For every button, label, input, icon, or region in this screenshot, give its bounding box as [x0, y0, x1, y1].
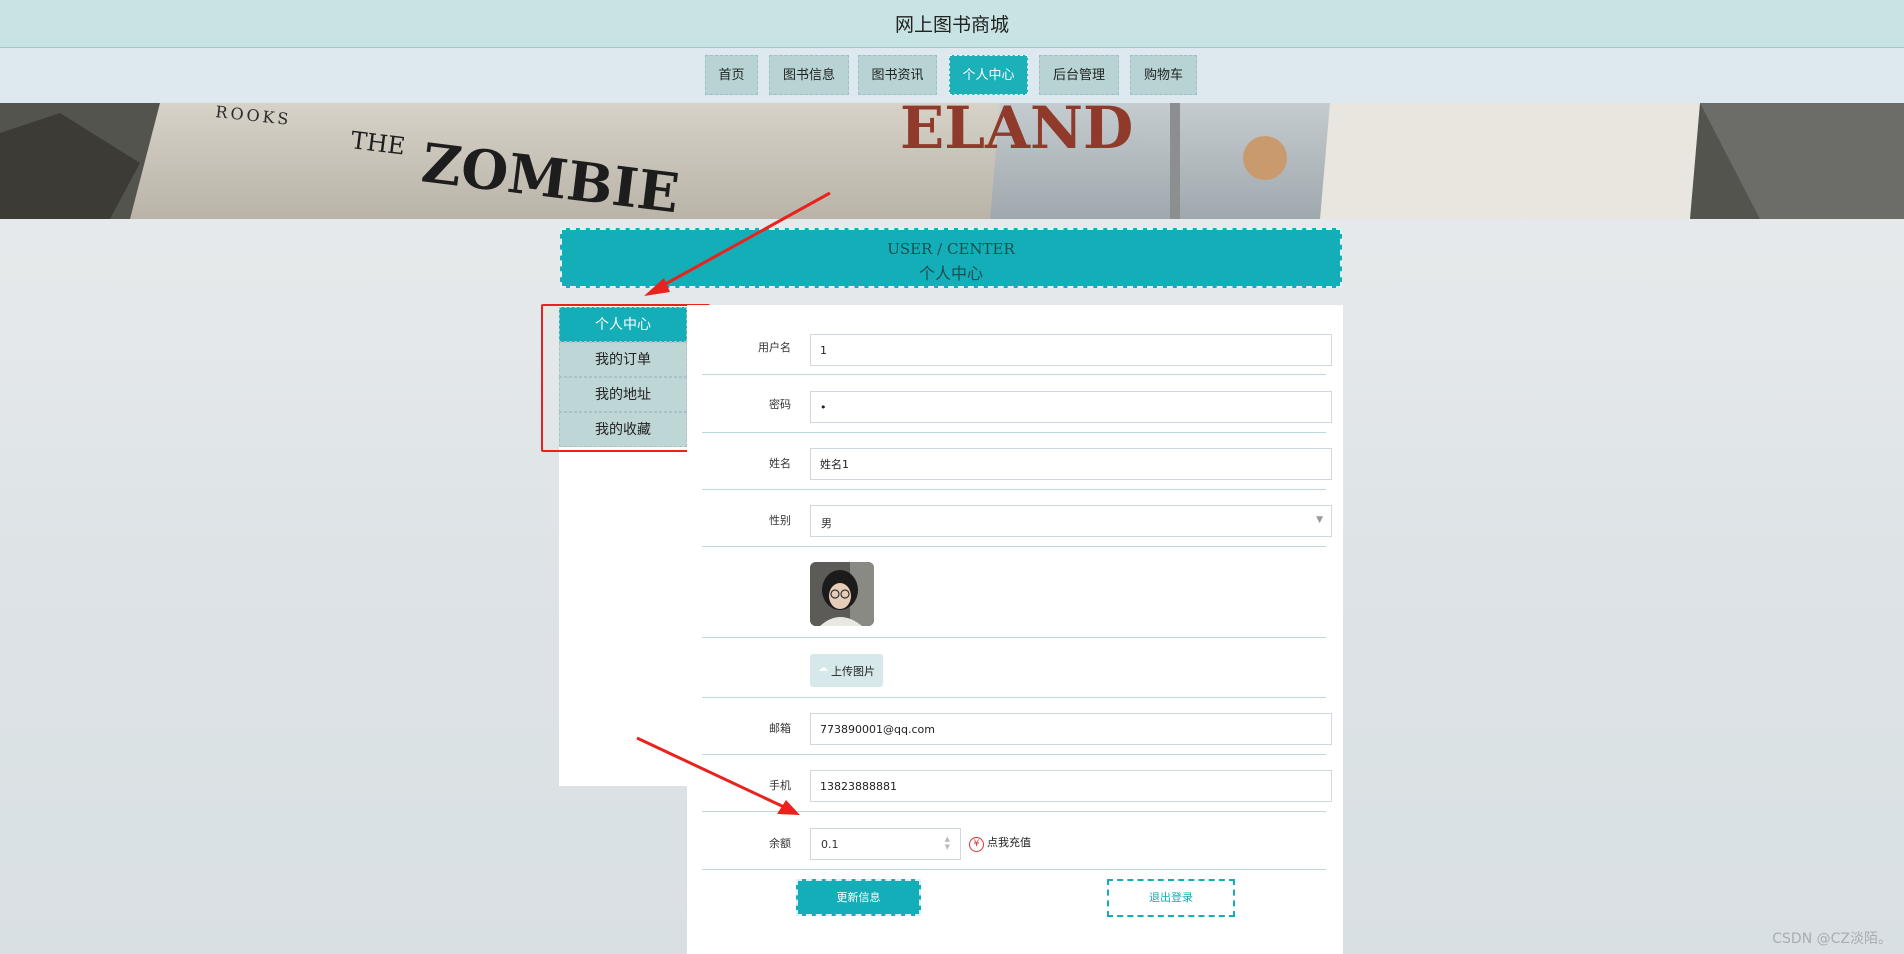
number-stepper-icon[interactable]: ▲ ▼ — [945, 835, 950, 851]
section-header: USER / CENTER 个人中心 — [560, 228, 1342, 288]
profile-form: 用户名 密码 姓名 性别 男 ▼ ☁ — [687, 305, 1343, 954]
phone-label: 手机 — [769, 779, 791, 792]
password-label: 密码 — [769, 398, 791, 411]
top-header: 网上图书商城 — [0, 0, 1904, 48]
name-input[interactable] — [810, 448, 1332, 480]
name-row: 姓名 — [702, 433, 1332, 490]
password-row: 密码 — [702, 375, 1332, 433]
username-label: 用户名 — [758, 341, 791, 354]
gender-selected-value: 男 — [821, 517, 832, 530]
upload-label: 上传图片 — [831, 665, 875, 678]
recharge-link[interactable]: ¥ 点我充值 — [969, 834, 1031, 852]
cloud-upload-icon: ☁ — [818, 663, 828, 674]
sidebar-item-my-address[interactable]: 我的地址 — [559, 377, 687, 412]
nav-book-news[interactable]: 图书资讯 — [858, 55, 937, 95]
nav-admin[interactable]: 后台管理 — [1039, 55, 1119, 95]
update-info-button[interactable]: 更新信息 — [796, 879, 921, 916]
watermark: CSDN @CZ淡陌。 — [1772, 931, 1892, 947]
gender-select[interactable]: 男 ▼ — [810, 505, 1332, 537]
sidebar-panel: 个人中心 我的订单 我的地址 我的收藏 — [559, 305, 687, 786]
gender-row: 性别 男 ▼ — [702, 490, 1332, 547]
name-label: 姓名 — [769, 457, 791, 470]
banner-illustration: ROOKS THE ZOMBIE ELAND — [0, 103, 1904, 219]
avatar-row — [702, 547, 1326, 638]
nav-home[interactable]: 首页 — [705, 55, 758, 95]
balance-label: 余额 — [769, 837, 791, 850]
balance-row: 余额 0.1 ▲ ▼ ¥ 点我充值 — [702, 812, 1326, 870]
username-input[interactable] — [810, 334, 1332, 366]
section-title-cn: 个人中心 — [918, 264, 983, 283]
nav-book-info[interactable]: 图书信息 — [769, 55, 849, 95]
phone-input[interactable] — [810, 770, 1332, 802]
logout-button[interactable]: 退出登录 — [1107, 879, 1235, 917]
sidebar-item-user-center[interactable]: 个人中心 — [559, 307, 687, 342]
site-title: 网上图书商城 — [894, 14, 1009, 36]
phone-row: 手机 — [702, 755, 1332, 812]
password-input[interactable] — [810, 391, 1332, 423]
username-row: 用户名 — [702, 320, 1332, 375]
banner-text-eland: ELAND — [900, 103, 1133, 162]
main-nav: 首页 图书信息 图书资讯 个人中心 后台管理 购物车 — [0, 48, 1904, 103]
email-label: 邮箱 — [769, 722, 791, 735]
section-title-en: USER / CENTER — [887, 240, 1015, 258]
upload-image-button[interactable]: ☁ 上传图片 — [810, 654, 883, 687]
avatar-image — [810, 562, 874, 626]
gender-label: 性别 — [769, 514, 791, 527]
balance-value: 0.1 — [821, 838, 839, 851]
sidebar-item-my-orders[interactable]: 我的订单 — [559, 342, 687, 377]
balance-input[interactable]: 0.1 ▲ ▼ — [810, 828, 961, 860]
chevron-down-icon: ▼ — [1316, 515, 1323, 525]
nav-user-center[interactable]: 个人中心 — [949, 55, 1028, 95]
email-row: 邮箱 — [702, 698, 1332, 755]
upload-row: ☁ 上传图片 — [702, 638, 1326, 698]
email-input[interactable] — [810, 713, 1332, 745]
nav-cart[interactable]: 购物车 — [1130, 55, 1197, 95]
sidebar-item-my-favorites[interactable]: 我的收藏 — [559, 412, 687, 447]
yen-icon: ¥ — [969, 837, 984, 852]
banner-image: ROOKS THE ZOMBIE ELAND — [0, 103, 1904, 219]
recharge-label: 点我充值 — [987, 836, 1031, 849]
